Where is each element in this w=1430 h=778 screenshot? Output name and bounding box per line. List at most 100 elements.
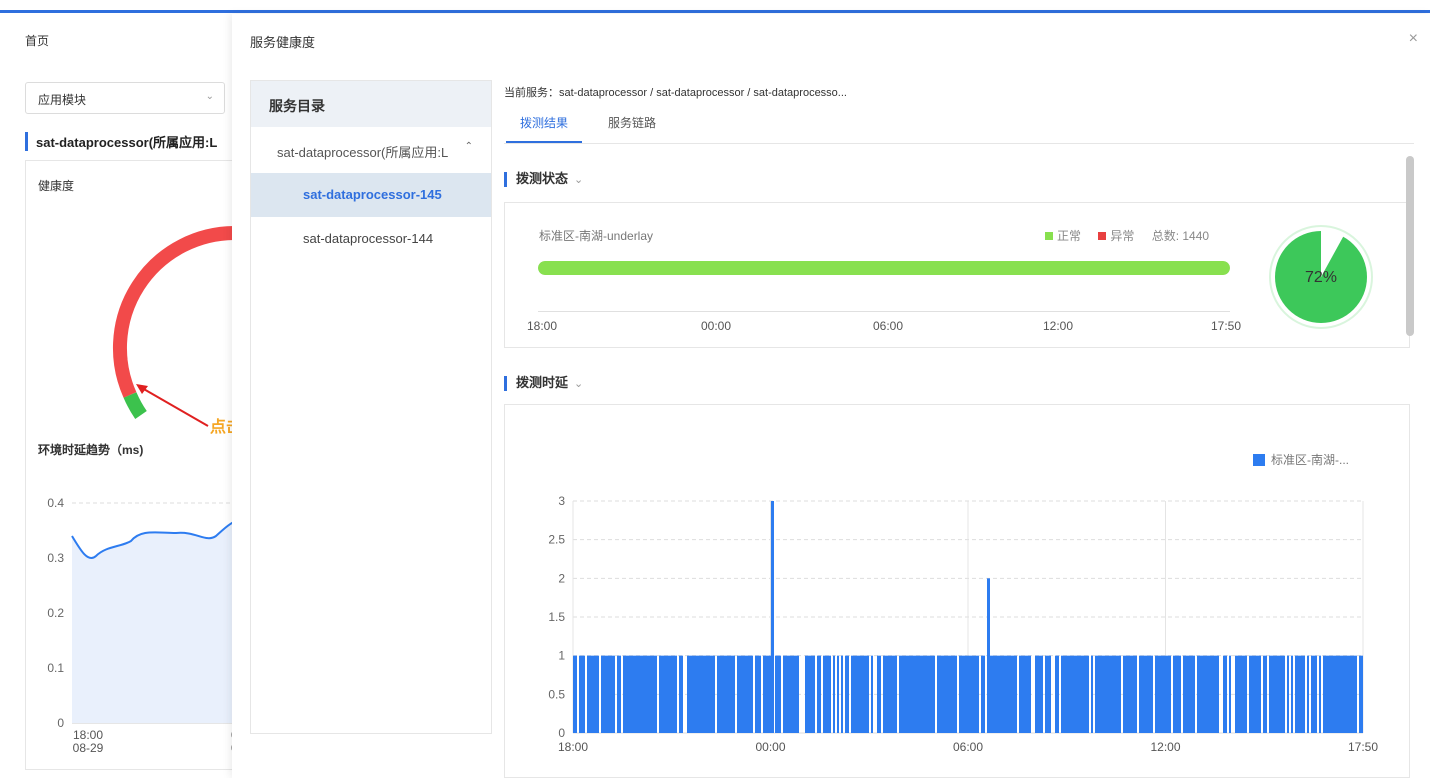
latency-bar	[611, 655, 613, 733]
scrollbar[interactable]	[1406, 156, 1414, 336]
probe-latency-header[interactable]: 拨测时延 ⌄	[504, 376, 583, 391]
latency-bar	[1111, 655, 1113, 733]
probe-status-panel: 标准区-南湖-underlay 正常 异常 总数: 1440 18:00 00:…	[504, 202, 1410, 348]
latency-bar	[967, 655, 969, 733]
latency-bar	[1161, 655, 1163, 733]
latency-bar	[1189, 655, 1191, 733]
latency-bar	[593, 655, 595, 733]
latency-bar	[1263, 655, 1265, 733]
latency-bar	[1021, 655, 1023, 733]
latency-bar	[1081, 655, 1083, 733]
latency-bar	[733, 655, 735, 733]
chevron-down-icon[interactable]: ⌄	[574, 378, 583, 390]
latency-bar	[687, 655, 689, 733]
top-accent-bar	[0, 10, 1430, 13]
latency-bar	[1243, 655, 1245, 733]
latency-bar	[1117, 655, 1119, 733]
latency-bar	[755, 655, 757, 733]
latency-bar	[919, 655, 921, 733]
latency-bar	[1071, 655, 1073, 733]
latency-bar	[1119, 655, 1121, 733]
latency-bar	[857, 655, 859, 733]
latency-bar	[1213, 655, 1215, 733]
latency-bar	[1349, 655, 1351, 733]
latency-bar	[931, 655, 933, 733]
latency-bar	[1273, 655, 1275, 733]
tab-service-chain[interactable]: 服务链路	[608, 114, 656, 141]
latency-bar	[1307, 655, 1309, 733]
latency-bar	[1035, 655, 1037, 733]
latency-bar	[1177, 655, 1179, 733]
latency-bar	[949, 655, 951, 733]
latency-bar	[885, 655, 887, 733]
latency-bar	[595, 655, 597, 733]
latency-legend[interactable]: 标准区-南湖-...	[1253, 451, 1349, 468]
latency-bar	[977, 655, 979, 733]
chevron-down-icon[interactable]: ⌄	[574, 174, 583, 186]
latency-legend-label: 标准区-南湖-...	[1271, 453, 1349, 467]
latency-bar	[695, 655, 697, 733]
chevron-up-icon[interactable]: ⌃	[465, 141, 473, 152]
latency-bar	[879, 655, 881, 733]
module-select[interactable]: 应用模块 ⌄	[25, 82, 225, 114]
latency-bar	[939, 655, 941, 733]
y-tick: 0.3	[47, 551, 64, 565]
latency-bar	[613, 655, 615, 733]
latency-bar	[637, 655, 639, 733]
latency-bar	[659, 655, 661, 733]
latency-bar	[737, 655, 739, 733]
latency-bar	[731, 655, 733, 733]
breadcrumb[interactable]: 首页	[25, 32, 49, 49]
latency-bar	[1211, 655, 1213, 733]
latency-bar	[607, 655, 609, 733]
latency-bar	[917, 655, 919, 733]
latency-bar	[959, 655, 961, 733]
latency-bar	[1009, 655, 1011, 733]
latency-bar	[1287, 655, 1289, 733]
latency-bar	[1079, 655, 1081, 733]
latency-bar	[1303, 655, 1305, 733]
latency-bar	[817, 655, 819, 733]
latency-bar	[1297, 655, 1299, 733]
latency-bar	[1057, 655, 1059, 733]
latency-bar	[601, 655, 603, 733]
latency-bar	[779, 655, 781, 733]
latency-bar	[1333, 655, 1335, 733]
legend-normal: 正常	[1057, 229, 1082, 243]
x-tick-label: 12:00	[1150, 740, 1180, 754]
latency-bar	[1049, 655, 1051, 733]
latency-bar	[1023, 655, 1025, 733]
latency-bar	[1295, 655, 1297, 733]
directory-item-144[interactable]: sat-dataprocessor-144	[251, 217, 491, 261]
directory-parent[interactable]: sat-dataprocessor(所属应用:L ⌃	[251, 127, 491, 173]
latency-bar	[1237, 655, 1239, 733]
x-tick-label: 17:50	[1348, 740, 1378, 754]
latency-bar	[1291, 655, 1293, 733]
tab-probe-results[interactable]: 拨测结果	[506, 114, 583, 143]
latency-bar	[653, 655, 655, 733]
latency-bar	[1335, 655, 1337, 733]
latency-bar	[925, 655, 927, 733]
close-icon[interactable]: ×	[1409, 30, 1418, 48]
probe-status-header[interactable]: 拨测状态 ⌄	[504, 172, 583, 187]
latency-bar	[647, 655, 649, 733]
status-x-tick: 18:00	[527, 319, 558, 333]
latency-bar	[1343, 655, 1345, 733]
latency-bar	[1299, 655, 1301, 733]
latency-bar	[1011, 655, 1013, 733]
latency-bar	[665, 655, 667, 733]
latency-bar	[1173, 655, 1175, 733]
latency-bar	[651, 655, 653, 733]
latency-bar	[1005, 655, 1007, 733]
latency-bar	[1223, 655, 1225, 733]
latency-bar	[711, 655, 713, 733]
directory-item-145[interactable]: sat-dataprocessor-145	[251, 173, 491, 217]
latency-bar	[1329, 655, 1331, 733]
region-label: 标准区-南湖-underlay	[539, 229, 654, 243]
latency-bar	[1155, 655, 1157, 733]
latency-bar	[913, 655, 915, 733]
latency-bar	[639, 655, 641, 733]
latency-bar	[865, 655, 867, 733]
latency-bar	[1147, 655, 1149, 733]
latency-bar	[623, 655, 625, 733]
